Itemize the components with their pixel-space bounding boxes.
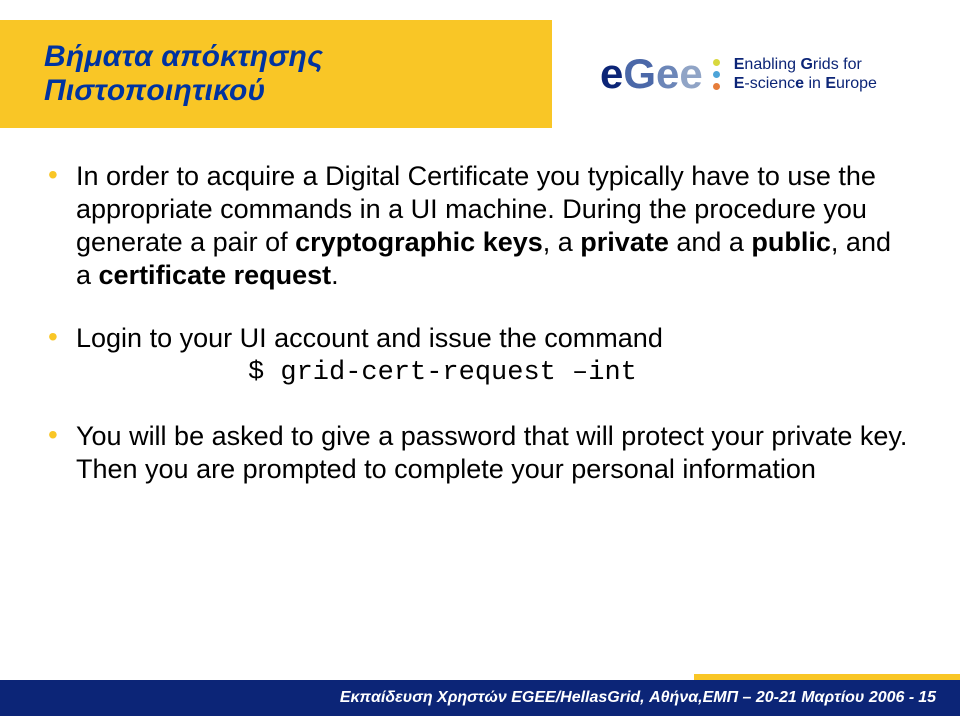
logo-letter-e3: e xyxy=(679,50,702,98)
footer-bar: Εκπαίδευση Χρηστών EGEE/HellasGrid, Αθήν… xyxy=(0,680,960,716)
logo-tagline: Enabling Grids for E-science in Europe xyxy=(734,54,877,94)
logo-letter-e2: e xyxy=(656,50,679,98)
logo-letter-g: G xyxy=(623,50,656,98)
footer-text: Εκπαίδευση Χρηστών EGEE/HellasGrid, Αθήν… xyxy=(340,689,914,707)
b1-bold4: certificate request xyxy=(99,260,332,290)
slide-body: In order to acquire a Digital Certificat… xyxy=(48,160,912,516)
b3-text: You will be asked to give a password tha… xyxy=(76,421,907,484)
tagline-t2: rids for xyxy=(813,56,862,73)
b2-text: Login to your UI account and issue the c… xyxy=(76,323,663,353)
bullet-3: You will be asked to give a password tha… xyxy=(48,420,912,486)
tagline-b3: E xyxy=(734,75,745,92)
tagline-t3: -scienc xyxy=(744,75,795,92)
b1-post: . xyxy=(331,260,339,290)
b1-bold3: public xyxy=(751,227,831,257)
tagline-b5: E xyxy=(825,75,836,92)
bullet-list: In order to acquire a Digital Certificat… xyxy=(48,160,912,486)
b1-bold2: private xyxy=(580,227,669,257)
tagline-b1: E xyxy=(734,56,745,73)
tagline-t5: urope xyxy=(836,75,877,92)
tagline-t1: nabling xyxy=(744,56,800,73)
bullet-2: Login to your UI account and issue the c… xyxy=(48,322,912,390)
footer-page-number: 15 xyxy=(918,689,936,707)
title-bar: Βήματα απόκτησης Πιστοποιητικού xyxy=(0,20,552,128)
logo-letter-e: e xyxy=(600,50,623,98)
command-code: $ grid-cert-request –int xyxy=(248,357,912,390)
tagline-b2: G xyxy=(800,56,812,73)
egee-letters: eGee xyxy=(600,50,703,98)
slide: Βήματα απόκτησης Πιστοποιητικού eGee Ena… xyxy=(0,0,960,716)
logo-dots-icon xyxy=(713,59,720,98)
b1-bold1: cryptographic keys xyxy=(295,227,543,257)
tagline-b4: e xyxy=(795,75,804,92)
slide-title: Βήματα απόκτησης Πιστοποιητικού xyxy=(44,40,552,108)
egee-logo: eGee Enabling Grids for E-science in Eur… xyxy=(600,24,920,124)
bullet-1: In order to acquire a Digital Certificat… xyxy=(48,160,912,292)
tagline-t4: in xyxy=(804,75,825,92)
b1-mid1: , a xyxy=(543,227,581,257)
b1-mid2: and a xyxy=(669,227,752,257)
egee-logotype: eGee xyxy=(600,50,720,98)
